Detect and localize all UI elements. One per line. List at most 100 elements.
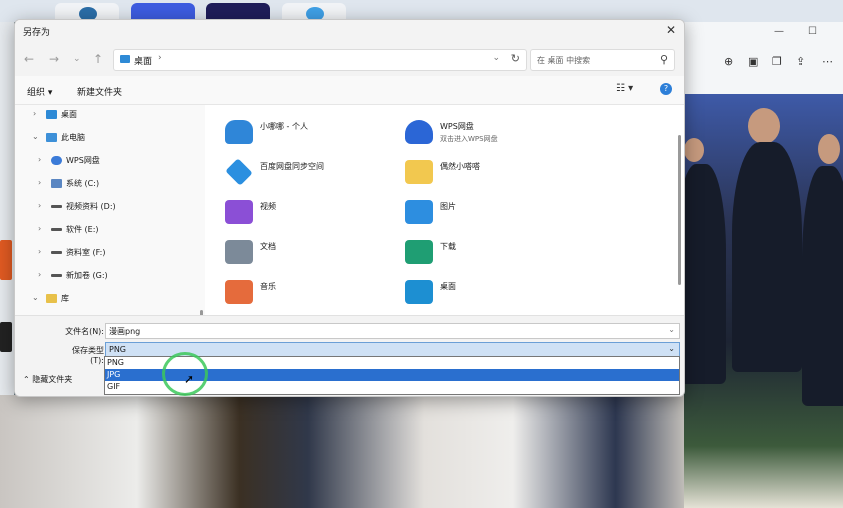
wps-cloud-icon [405, 120, 433, 144]
more-icon[interactable]: ⋯ [822, 55, 833, 68]
mouse-pointer-icon: ➚ [184, 372, 195, 386]
copy-icon[interactable]: ❐ [772, 55, 782, 68]
forward-arrow-icon[interactable]: → [49, 52, 59, 66]
tree-item-drive-c[interactable]: › 系统 (C:) [15, 174, 204, 194]
chevron-down-icon[interactable]: ⌄ [32, 293, 39, 302]
background-block [0, 322, 12, 352]
system-drive-icon [51, 179, 62, 188]
dialog-titlebar: 另存为 ✕ [15, 20, 684, 42]
close-icon[interactable]: ✕ [666, 23, 676, 37]
file-item[interactable]: 桌面 [405, 277, 575, 311]
help-icon[interactable]: ? [660, 83, 672, 95]
search-icon[interactable]: ⚲ [660, 53, 668, 66]
filename-label: 文件名(N): [65, 327, 104, 336]
breadcrumb-separator[interactable]: › [158, 53, 162, 63]
save-as-dialog: 另存为 ✕ ← → ⌄ ↑ 桌面 › ⌄ ↻ 在 桌面 中搜索 ⚲ 组织 ▾ 新… [14, 19, 685, 397]
view-options-icon[interactable]: ☷ ▾ [616, 83, 633, 94]
hide-folders-button[interactable]: ⌃ 隐藏文件夹 [23, 374, 72, 385]
up-arrow-icon[interactable]: ↑ [93, 52, 103, 66]
background-artwork-bottom [0, 395, 684, 508]
tree-item-label: 视频资料 (D:) [66, 202, 116, 211]
file-name: 小哪哪 - 个人 [260, 122, 308, 131]
tree-item-drive-d[interactable]: › 视频资料 (D:) [15, 197, 204, 217]
desktop-icon [46, 110, 57, 119]
share-icon[interactable]: ⇪ [796, 55, 805, 68]
cloud-icon [51, 156, 62, 165]
file-name: 偶然小嗒嗒 [440, 162, 480, 171]
tree-item-drive-e[interactable]: › 软件 (E:) [15, 220, 204, 240]
baidu-sync-icon [225, 158, 253, 186]
tree-item-label: 软件 (E:) [66, 225, 99, 234]
chevron-down-icon[interactable]: ⌄ [32, 132, 39, 141]
background-left-strip [0, 22, 14, 395]
new-folder-button[interactable]: 新建文件夹 [77, 85, 122, 98]
tree-item-label: 资料室 (F:) [66, 248, 106, 257]
tree-item-libraries[interactable]: ⌄ 库 [15, 289, 204, 309]
refresh-icon[interactable]: ↻ [511, 52, 520, 65]
file-item[interactable]: 图片 [405, 197, 575, 231]
save-type-label: 保存类型(T): [72, 346, 104, 365]
chevron-right-icon[interactable]: › [33, 109, 36, 118]
file-item[interactable]: 偶然小嗒嗒 [405, 157, 575, 191]
file-item[interactable]: 百度网盘同步空间 [225, 157, 395, 191]
file-list: 小哪哪 - 个人 WPS网盘 双击进入WPS网盘 百度网盘同步空间 偶然小嗒嗒 … [205, 105, 684, 315]
pictures-folder-icon [405, 200, 433, 224]
filename-input[interactable]: 漫画png [109, 326, 140, 337]
folder-icon [405, 160, 433, 184]
library-folder-icon [46, 294, 57, 303]
art-figure [684, 138, 704, 162]
file-item[interactable]: 小哪哪 - 个人 [225, 117, 395, 151]
videos-folder-icon [225, 200, 253, 224]
chevron-right-icon[interactable]: › [38, 270, 41, 279]
art-figure [684, 164, 726, 384]
chevron-right-icon[interactable]: › [38, 178, 41, 187]
tree-item-drive-f[interactable]: › 资料室 (F:) [15, 243, 204, 263]
minimize-icon[interactable]: — [774, 26, 784, 37]
chevron-down-icon[interactable]: ⌄ [668, 325, 675, 334]
file-name: 图片 [440, 202, 456, 211]
tree-item-drive-g[interactable]: › 新加卷 (G:) [15, 266, 204, 286]
search-input[interactable]: 在 桌面 中搜索 [537, 55, 590, 66]
navigation-bar: ← → ⌄ ↑ 桌面 › ⌄ ↻ 在 桌面 中搜索 ⚲ [15, 42, 684, 76]
zoom-icon[interactable]: ⊕ [724, 55, 733, 68]
save-icon[interactable]: ▣ [748, 55, 758, 68]
file-subtitle: 双击进入WPS网盘 [440, 135, 498, 143]
file-list-scrollbar[interactable] [678, 135, 681, 285]
file-item[interactable]: WPS网盘 双击进入WPS网盘 [405, 117, 575, 151]
hide-folders-label: 隐藏文件夹 [32, 375, 73, 384]
address-bar[interactable]: 桌面 › ⌄ ↻ [113, 49, 527, 71]
search-box[interactable]: 在 桌面 中搜索 ⚲ [530, 49, 675, 71]
chevron-right-icon[interactable]: › [38, 155, 41, 164]
tree-item-wps-drive[interactable]: › WPS网盘 [15, 151, 204, 171]
music-folder-icon [225, 280, 253, 304]
file-name: WPS网盘 [440, 122, 474, 131]
desktop-folder-icon [120, 55, 130, 63]
chevron-right-icon[interactable]: › [38, 247, 41, 256]
maximize-icon[interactable]: ☐ [808, 26, 817, 37]
filename-field[interactable]: 漫画png ⌄ [105, 323, 680, 339]
file-item[interactable]: 文档 [225, 237, 395, 271]
chevron-right-icon[interactable]: › [38, 201, 41, 210]
back-arrow-icon[interactable]: ← [24, 52, 34, 66]
drive-icon [51, 251, 62, 254]
art-figure [818, 134, 840, 164]
organize-button[interactable]: 组织 ▾ [27, 85, 52, 98]
downloads-folder-icon [405, 240, 433, 264]
chevron-down-icon[interactable]: ⌄ [668, 344, 675, 353]
background-artwork [684, 94, 843, 508]
file-item[interactable]: 音乐 [225, 277, 395, 311]
art-figure [748, 108, 780, 144]
navigation-tree: › 桌面 ⌄ 此电脑 › WPS网盘 › 系统 (C:) › 视频资料 (D:)… [15, 105, 204, 360]
file-item[interactable]: 视频 [225, 197, 395, 231]
recent-chevron-icon[interactable]: ⌄ [73, 54, 81, 64]
save-type-value[interactable]: PNG [109, 345, 126, 354]
file-item[interactable]: 下载 [405, 237, 575, 271]
chevron-right-icon[interactable]: › [38, 224, 41, 233]
option-label: PNG [107, 358, 125, 367]
chevron-down-icon[interactable]: ⌄ [492, 53, 500, 63]
tree-item-desktop[interactable]: › 桌面 [15, 105, 204, 125]
address-location[interactable]: 桌面 [134, 54, 152, 67]
file-name: 视频 [260, 202, 276, 211]
tree-item-this-pc[interactable]: ⌄ 此电脑 [15, 128, 204, 148]
file-name: 音乐 [260, 282, 276, 291]
